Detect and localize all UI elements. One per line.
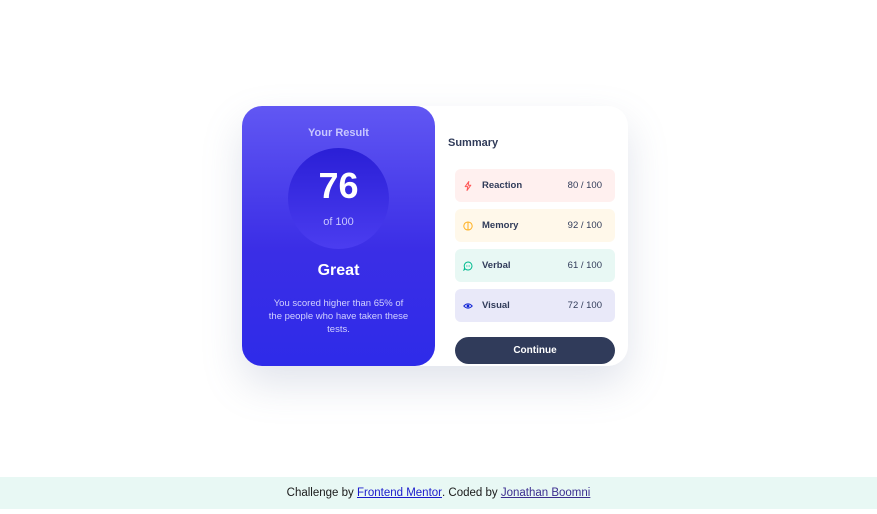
result-title: Your Result [308,127,369,139]
continue-button[interactable]: Continue [455,337,615,364]
summary-title: Summary [448,137,499,149]
result-description: You scored higher than 65% of the people… [268,298,409,335]
eye-icon [463,301,473,311]
frontend-mentor-link[interactable]: Frontend Mentor [357,487,442,499]
summary-item-label: Visual [482,300,510,311]
author-link[interactable]: Jonathan Boomni [501,487,591,499]
lightning-icon [463,180,473,191]
footer-middle: . Coded by [442,487,498,499]
score-circle: 76 of 100 [288,148,389,249]
summary-item-label: Memory [482,220,519,231]
summary-item-memory: Memory 92 / 100 [455,209,615,242]
footer-prefix: Challenge by [286,487,354,499]
summary-item-score: 72 / 100 [567,300,602,311]
summary-list: Reaction 80 / 100 Memory 92 / 100 Verbal… [455,169,615,329]
summary-item-label: Verbal [482,260,511,271]
summary-item-score: 92 / 100 [567,220,602,231]
summary-item-verbal: Verbal 61 / 100 [455,249,615,282]
score-of-total: of 100 [323,216,354,228]
summary-item-reaction: Reaction 80 / 100 [455,169,615,202]
results-card: Your Result 76 of 100 Great You scored h… [242,106,628,366]
chat-bubble-icon [463,260,473,271]
summary-item-score: 80 / 100 [567,180,602,191]
score-value: 76 [318,165,359,206]
result-panel: Your Result 76 of 100 Great You scored h… [242,106,435,366]
summary-panel: Summary Reaction 80 / 100 Memory 92 / 10… [435,106,628,366]
result-rating: Great [317,262,360,279]
summary-item-score: 61 / 100 [567,260,602,271]
attribution-footer: Challenge by Frontend Mentor. Coded by J… [0,477,877,509]
summary-item-visual: Visual 72 / 100 [455,289,615,322]
brain-icon [463,221,473,231]
summary-item-label: Reaction [482,180,523,191]
